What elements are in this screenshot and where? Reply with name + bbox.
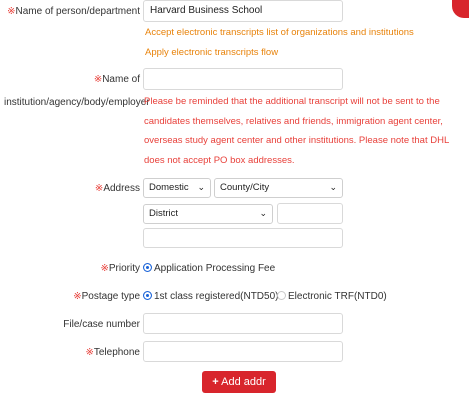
chevron-down-icon: ⌄ — [329, 182, 337, 192]
radio-unselected-icon[interactable] — [277, 291, 286, 300]
postage-option-2[interactable]: Electronic TRF(NTD0) — [277, 291, 387, 302]
add-address-button[interactable]: + Add addr — [202, 371, 276, 393]
corner-badge-icon — [452, 0, 469, 18]
chevron-down-icon: ⌄ — [259, 208, 267, 218]
region-select[interactable]: Domestic ⌄ — [143, 178, 211, 198]
radio-selected-icon[interactable] — [143, 263, 152, 272]
address-label: ※Address — [94, 183, 140, 194]
institution-label-line2: institution/agency/body/employer — [4, 97, 150, 108]
institution-label-line1: ※Name of — [93, 74, 140, 85]
plus-icon: + — [212, 376, 219, 388]
file-case-label: File/case number — [63, 319, 140, 330]
chevron-down-icon: ⌄ — [197, 182, 205, 192]
postage-option-1[interactable]: 1st class registered(NTD50) — [143, 291, 278, 302]
postal-code-input[interactable] — [277, 203, 343, 224]
priority-label: ※Priority — [100, 263, 140, 274]
county-select[interactable]: County/City ⌄ — [214, 178, 343, 198]
radio-selected-icon[interactable] — [143, 291, 152, 300]
apply-flow-link[interactable]: Apply electronic transcripts flow — [145, 47, 278, 58]
institution-input[interactable] — [143, 68, 343, 90]
priority-option[interactable]: Application Processing Fee — [143, 263, 275, 274]
postage-label: ※Postage type — [73, 291, 140, 302]
accept-list-link[interactable]: Accept electronic transcripts list of or… — [145, 27, 414, 38]
name-person-dept-label: ※Name of person/department — [7, 6, 140, 17]
telephone-input[interactable] — [143, 341, 343, 362]
name-person-dept-input[interactable]: Harvard Business School — [143, 0, 343, 22]
institution-notice: Please be reminded that the additional t… — [144, 96, 449, 166]
file-case-input[interactable] — [143, 313, 343, 334]
street-address-input[interactable] — [143, 228, 343, 248]
district-select[interactable]: District ⌄ — [143, 204, 273, 224]
telephone-label: ※Telephone — [85, 347, 140, 358]
